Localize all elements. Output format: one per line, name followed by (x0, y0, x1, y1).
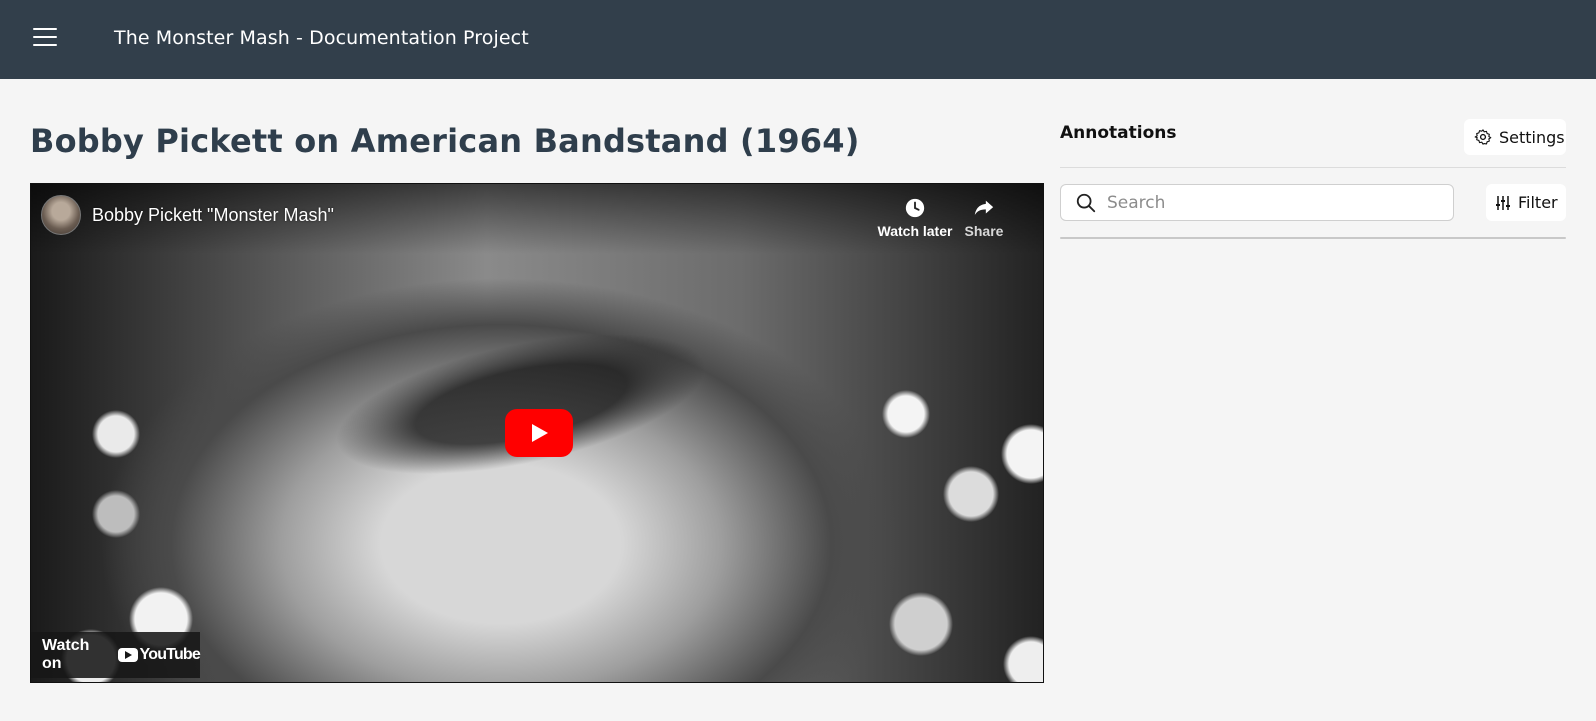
sliders-icon (1496, 195, 1510, 210)
share-button[interactable]: Share (961, 197, 1007, 239)
settings-label: Settings (1499, 127, 1565, 147)
youtube-logo: YouTube (117, 646, 201, 664)
filter-label: Filter (1518, 193, 1558, 212)
filter-button[interactable]: Filter (1486, 184, 1566, 221)
panel-divider (1060, 167, 1566, 168)
gear-icon (1474, 129, 1492, 145)
app-title: The Monster Mash - Documentation Project (114, 27, 529, 49)
share-arrow-icon (974, 200, 994, 215)
top-app-bar: The Monster Mash - Documentation Project (0, 0, 1596, 79)
video-title[interactable]: Bobby Pickett "Monster Mash" (92, 205, 334, 226)
watch-on-youtube-link[interactable]: Watch on YouTube (31, 632, 201, 678)
watch-on-label: Watch on (42, 637, 90, 672)
clock-icon (905, 198, 925, 218)
platform-label: YouTube (139, 646, 201, 663)
play-icon (532, 424, 548, 442)
youtube-play-icon (117, 648, 138, 662)
page-title: Bobby Pickett on American Bandstand (196… (30, 122, 860, 160)
search-field[interactable] (1060, 184, 1454, 221)
hamburger-menu-icon[interactable] (33, 28, 59, 50)
settings-button[interactable]: Settings (1464, 119, 1566, 155)
play-button[interactable] (505, 409, 573, 457)
annotations-list-divider (1060, 237, 1566, 239)
video-player[interactable]: Bobby Pickett "Monster Mash" Watch later… (30, 183, 1044, 683)
search-input[interactable] (1107, 192, 1427, 213)
annotations-heading: Annotations (1060, 123, 1177, 143)
channel-avatar[interactable] (41, 195, 81, 235)
watch-later-button[interactable]: Watch later (877, 197, 953, 239)
search-icon (1076, 193, 1096, 212)
watch-later-label: Watch later (877, 223, 953, 239)
share-label: Share (964, 223, 1004, 239)
